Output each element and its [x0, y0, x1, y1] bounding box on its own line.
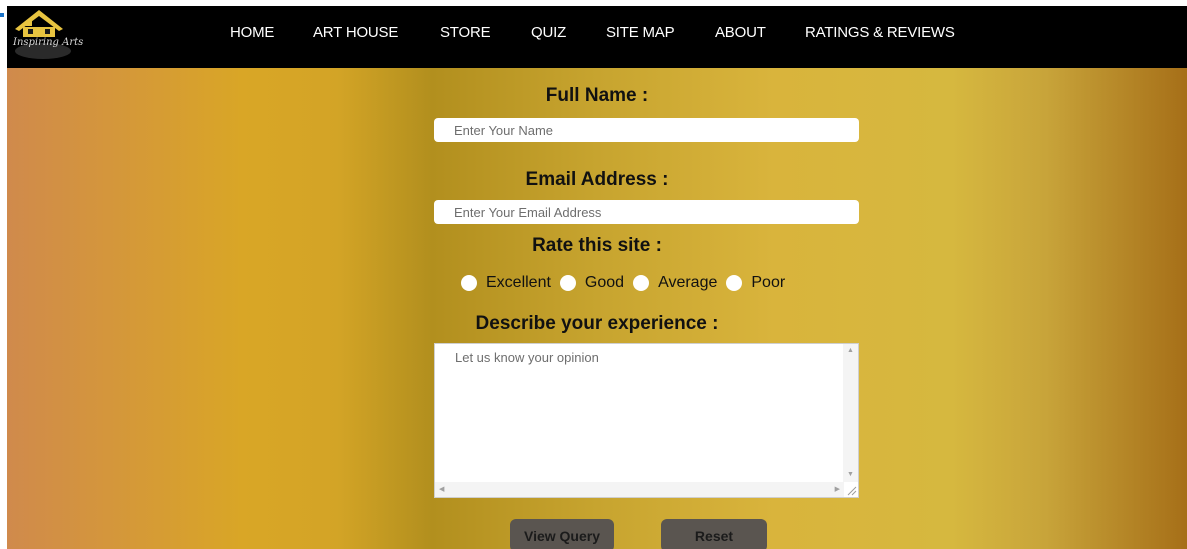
scroll-down-arrow-icon[interactable]: ▼ — [847, 471, 854, 479]
scroll-left-arrow-icon[interactable]: ◀ — [439, 486, 444, 494]
nav-art-house[interactable]: ART HOUSE — [313, 24, 398, 41]
rating-radio-average[interactable] — [633, 275, 650, 291]
nav-home[interactable]: HOME — [230, 24, 274, 41]
experience-textarea[interactable] — [435, 344, 844, 482]
rating-label-good: Good — [584, 274, 625, 291]
experience-textarea-box: ▲ ▼ ◀ ▶ — [434, 343, 859, 498]
nav-about[interactable]: ABOUT — [715, 24, 766, 41]
site-logo[interactable]: Inspiring Arts — [9, 7, 83, 63]
nav-quiz[interactable]: QUIZ — [531, 24, 566, 41]
vertical-scrollbar[interactable]: ▲ ▼ — [843, 344, 858, 482]
page: Inspiring Arts HOME ART HOUSE STORE QUIZ… — [0, 0, 1187, 549]
view-query-button[interactable]: View Query — [510, 519, 614, 549]
rating-radio-excellent[interactable] — [461, 275, 477, 291]
email-label: Email Address : — [525, 169, 669, 190]
feedback-form: Full Name : Email Address : Rate this si… — [7, 68, 1187, 549]
reset-button[interactable]: Reset — [661, 519, 767, 549]
window-edge-marker — [0, 13, 4, 17]
nav-store[interactable]: STORE — [440, 24, 491, 41]
email-input[interactable] — [434, 200, 859, 224]
scroll-up-arrow-icon[interactable]: ▲ — [847, 347, 854, 355]
rating-options: Excellent Good Average Poor — [461, 272, 794, 294]
horizontal-scrollbar[interactable]: ◀ ▶ — [435, 482, 844, 497]
rating-label: Rate this site : — [532, 235, 662, 256]
house-logo-icon — [15, 10, 71, 59]
nav-site-map[interactable]: SITE MAP — [606, 24, 675, 41]
experience-label: Describe your experience : — [475, 313, 719, 334]
full-name-input[interactable] — [434, 118, 859, 142]
logo-text: Inspiring Arts — [13, 37, 84, 48]
scroll-right-arrow-icon[interactable]: ▶ — [835, 486, 840, 494]
rating-label-excellent: Excellent — [486, 274, 551, 291]
rating-radio-poor[interactable] — [726, 275, 743, 291]
nav-ratings-reviews[interactable]: RATINGS & REVIEWS — [805, 24, 955, 41]
rating-label-average: Average — [658, 274, 718, 291]
full-name-label: Full Name : — [545, 85, 649, 106]
navbar: Inspiring Arts HOME ART HOUSE STORE QUIZ… — [7, 6, 1187, 68]
resize-grip-icon[interactable] — [845, 484, 857, 496]
rating-radio-good[interactable] — [559, 275, 576, 291]
rating-label-poor: Poor — [751, 274, 786, 291]
